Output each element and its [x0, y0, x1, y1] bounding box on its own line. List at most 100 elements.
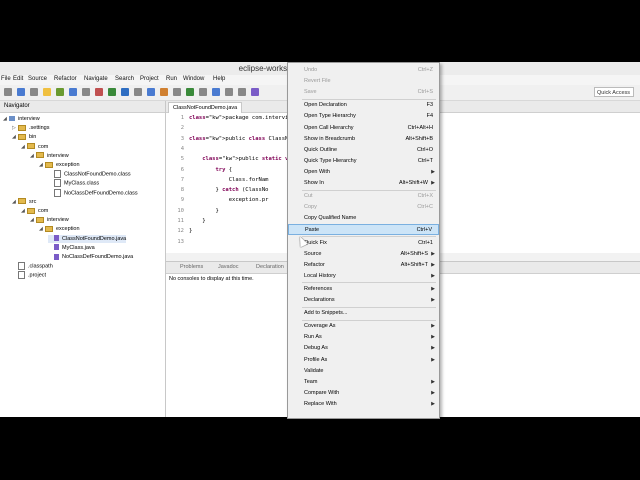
toolbar-icon[interactable]: [69, 88, 77, 96]
menu-item-copy-qualified-name[interactable]: Copy Qualified Name: [288, 213, 439, 224]
menu-item-run-as[interactable]: Run As ▶: [288, 332, 439, 343]
toolbar-icon[interactable]: [95, 88, 103, 96]
tree-item[interactable]: ◢ com: [21, 207, 48, 215]
tree-item[interactable]: ClassNotFoundDemo.java: [48, 234, 127, 243]
menu-item-validate[interactable]: Validate: [288, 366, 439, 377]
menu-item-references[interactable]: References ▶: [288, 284, 439, 295]
menu-item-label: Quick Type Hierarchy: [304, 157, 357, 164]
tree-item[interactable]: ▷ .settings: [12, 124, 49, 132]
toolbar-icon[interactable]: [212, 88, 220, 96]
menu-item-debug-as[interactable]: Debug As ▶: [288, 343, 439, 354]
menu-item-profile-as[interactable]: Profile As ▶: [288, 355, 439, 366]
code-line: try {: [215, 166, 233, 173]
menu-item-show-in-breadcrumb[interactable]: Show in Breadcrumb Alt+Shift+B: [288, 134, 439, 145]
menu-item-compare-with[interactable]: Compare With ▶: [288, 388, 439, 399]
tab-classnotfounddemo[interactable]: ClassNotFoundDemo.java: [168, 102, 243, 113]
tree-item[interactable]: NoClassDefFoundDemo.java: [48, 253, 133, 261]
menu-refactor[interactable]: Refactor: [54, 76, 77, 82]
tree-item-label: MyClass.class: [64, 180, 100, 187]
toolbar-icon[interactable]: [238, 88, 246, 96]
submenu-arrow-icon: ▶: [431, 297, 435, 303]
folder-icon: [45, 225, 53, 232]
menu-item-local-history[interactable]: Local History ▶: [288, 271, 439, 282]
menu-help[interactable]: Help: [213, 76, 225, 82]
menu-item-shortcut: F4: [426, 113, 433, 120]
menu-edit[interactable]: Edit: [13, 76, 23, 82]
tree-item[interactable]: ClassNotFoundDemo.class: [48, 170, 131, 179]
menu-project[interactable]: Project: [140, 76, 159, 82]
tab-javadoc[interactable]: Javadoc: [218, 264, 239, 270]
tree-item[interactable]: ◢ bin: [12, 133, 36, 141]
tree-item-label: interview: [47, 152, 69, 159]
line-number: 3: [180, 135, 184, 142]
menu-item-quick-outline[interactable]: Quick Outline Ctrl+O: [288, 145, 439, 156]
navigator-panel: Navigator ◢ interview ▷ .settings ◢ bin ◢ com ◢ i…: [0, 101, 166, 417]
menu-item-label: Open Declaration: [304, 102, 347, 109]
menu-navigate[interactable]: Navigate: [84, 76, 108, 82]
toolbar-icon[interactable]: [56, 88, 64, 96]
toolbar-icon[interactable]: [30, 88, 38, 96]
menu-item-shortcut: Alt+Shift+W: [398, 180, 428, 186]
menu-item-team[interactable]: Team ▶: [288, 377, 439, 388]
menu-item-replace-with[interactable]: Replace With ▶: [288, 399, 439, 410]
tree-item[interactable]: ◢ exception: [39, 225, 80, 233]
menu-item-refactor[interactable]: Refactor Alt+Shift+T ▶: [288, 260, 439, 271]
toolbar-icon[interactable]: [82, 88, 90, 96]
menu-item-paste[interactable]: Paste Ctrl+V: [288, 224, 439, 236]
menu-search[interactable]: Search: [115, 76, 134, 82]
tree-item[interactable]: MyClass.java: [48, 244, 95, 252]
tree-item[interactable]: ◢ interview: [30, 216, 69, 224]
menu-file[interactable]: File: [1, 76, 11, 82]
menu-item-source[interactable]: Source Alt+Shift+S ▶: [288, 249, 439, 260]
toolbar-icon[interactable]: [147, 88, 155, 96]
toolbar-icon[interactable]: [225, 88, 233, 96]
menu-item-open-type-hierarchy[interactable]: Open Type Hierarchy F4: [288, 111, 439, 122]
tree-item[interactable]: .classpath: [12, 262, 53, 271]
code-line: }: [189, 207, 219, 214]
menu-item-open-call-hierarchy[interactable]: Open Call Hierarchy Ctrl+Alt+H: [288, 123, 439, 134]
toolbar-icon[interactable]: [186, 88, 194, 96]
toolbar-icon[interactable]: [199, 88, 207, 96]
tree-item[interactable]: MyClass.class: [48, 179, 100, 188]
menu-item-declarations[interactable]: Declarations ▶: [288, 295, 439, 306]
menu-item-open-declaration[interactable]: Open Declaration F3: [288, 100, 439, 111]
line-number: 11: [177, 218, 184, 224]
tree-item[interactable]: ◢ interview: [30, 152, 69, 160]
toolbar-icon[interactable]: [251, 88, 259, 96]
menu-item-label: Cut: [304, 193, 313, 200]
menu-item-quick-fix[interactable]: Quick Fix Ctrl+1: [288, 238, 439, 249]
tree-item[interactable]: ◢ exception: [39, 161, 80, 169]
tab-declaration[interactable]: Declaration: [256, 264, 284, 270]
menu-item-show-in[interactable]: Show In Alt+Shift+W ▶: [288, 178, 439, 189]
navigator-title: Navigator: [4, 103, 30, 109]
toolbar-icon[interactable]: [108, 88, 116, 96]
menu-item-label: Show In: [304, 180, 324, 186]
menu-run[interactable]: Run: [166, 76, 177, 82]
java-file-icon: [54, 253, 59, 260]
toolbar-icon[interactable]: [43, 88, 51, 96]
menu-item-open-with[interactable]: Open With ▶: [288, 167, 439, 178]
toolbar-icon[interactable]: [121, 88, 129, 96]
tree-item[interactable]: .project: [12, 271, 46, 280]
tree-item[interactable]: NoClassDefFoundDemo.class: [48, 188, 138, 197]
submenu-arrow-icon: ▶: [431, 168, 435, 175]
quick-access-input[interactable]: Quick Access: [594, 87, 634, 97]
tree-item[interactable]: ◢ interview: [3, 115, 40, 123]
submenu-arrow-icon: ▶: [431, 345, 435, 352]
menu-item-revert-file: Revert File: [288, 76, 439, 87]
tab-problems[interactable]: Problems: [180, 264, 203, 270]
code-line: }: [189, 218, 206, 224]
menu-source[interactable]: Source: [28, 76, 47, 82]
submenu-arrow-icon: ▶: [431, 334, 435, 341]
toolbar-icon[interactable]: [17, 88, 25, 96]
menu-item-coverage-as[interactable]: Coverage As ▶: [288, 321, 439, 332]
toolbar-icon[interactable]: [134, 88, 142, 96]
toolbar-icon[interactable]: [173, 88, 181, 96]
menu-item-add-to-snippets[interactable]: Add to Snippets...: [288, 308, 439, 319]
menu-window[interactable]: Window: [183, 76, 204, 82]
toolbar-icon[interactable]: [4, 88, 12, 96]
toolbar-icon[interactable]: [160, 88, 168, 96]
tree-item[interactable]: ◢ com: [21, 143, 48, 151]
menu-item-quick-type-hierarchy[interactable]: Quick Type Hierarchy Ctrl+T: [288, 156, 439, 167]
tree-item[interactable]: ◢ src: [12, 198, 36, 206]
